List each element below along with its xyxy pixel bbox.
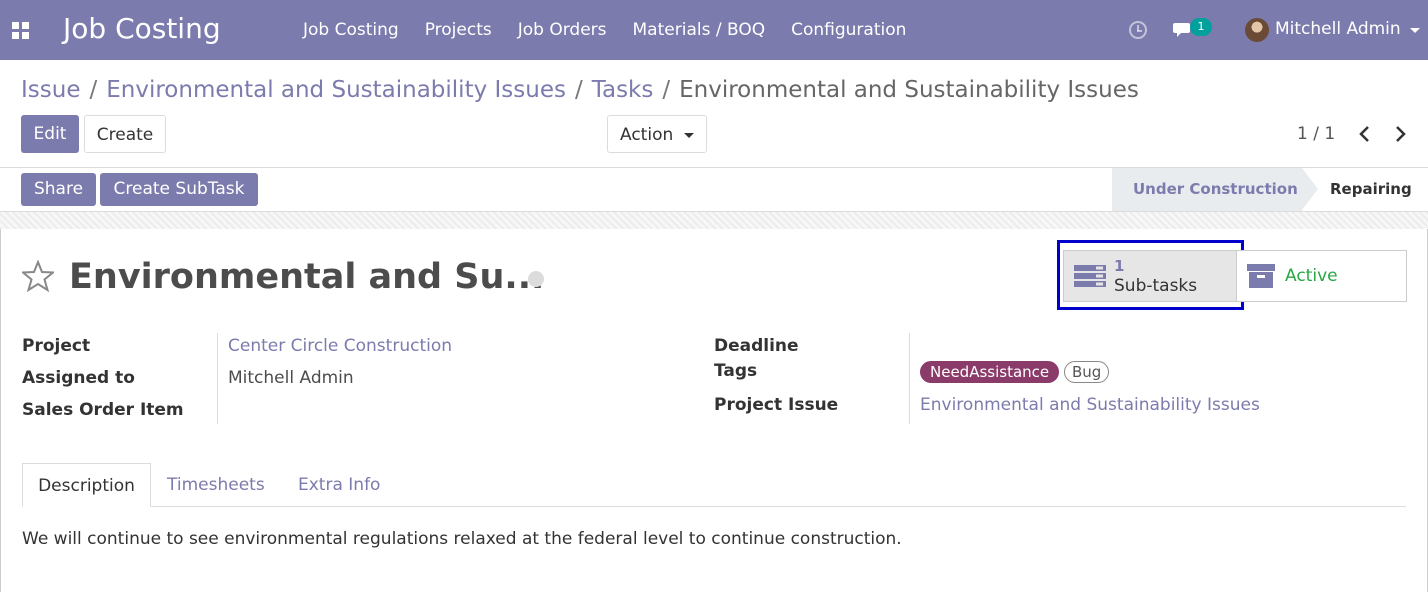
action-dropdown[interactable]: Action <box>607 115 707 153</box>
menu-item-job-costing[interactable]: Job Costing <box>290 0 412 60</box>
star-favorite-icon[interactable] <box>22 260 54 292</box>
subtasks-label: Sub-tasks <box>1114 276 1198 296</box>
user-avatar[interactable] <box>1245 18 1269 42</box>
tag-bug: Bug <box>1064 361 1110 383</box>
menu-item-projects[interactable]: Projects <box>412 0 505 60</box>
task-title: Environmental and Su... <box>69 257 545 297</box>
stage-repairing[interactable]: Repairing <box>1318 168 1428 211</box>
menu-item-job-orders[interactable]: Job Orders <box>505 0 620 60</box>
menu-item-materials-boq[interactable]: Materials / BOQ <box>620 0 779 60</box>
deadline-label: Deadline <box>714 336 799 356</box>
menu-item-configuration[interactable]: Configuration <box>778 0 919 60</box>
caret-down-icon <box>684 133 694 138</box>
tab-extra-info[interactable]: Extra Info <box>298 463 380 507</box>
breadcrumb-current: Environmental and Sustainability Issues <box>679 77 1139 103</box>
stage-under-construction[interactable]: Under Construction <box>1112 168 1318 211</box>
top-navbar: Job Costing Job Costing Projects Job Ord… <box>0 0 1428 60</box>
share-button[interactable]: Share <box>21 173 96 206</box>
subtasks-smart-button[interactable]: 1 Sub-tasks <box>1063 250 1237 302</box>
project-issue-value[interactable]: Environmental and Sustainability Issues <box>920 395 1260 415</box>
breadcrumb-separator: / <box>574 77 583 103</box>
create-button[interactable]: Create <box>84 115 166 153</box>
breadcrumb-issue[interactable]: Issue <box>21 77 80 103</box>
tasks-list-icon <box>1074 265 1106 287</box>
description-text: We will continue to see environmental re… <box>22 529 902 549</box>
create-subtask-button[interactable]: Create SubTask <box>100 173 258 206</box>
project-issue-label: Project Issue <box>714 395 839 415</box>
pager-value[interactable]: 1 / 1 <box>1297 124 1335 144</box>
sales-order-item-label: Sales Order Item <box>22 400 184 420</box>
user-menu-name[interactable]: Mitchell Admin <box>1275 19 1401 39</box>
breadcrumb-tasks[interactable]: Tasks <box>592 77 654 103</box>
assigned-to-label: Assigned to <box>22 368 135 388</box>
chat-count-badge: 1 <box>1190 18 1212 36</box>
app-brand: Job Costing <box>63 12 221 45</box>
breadcrumb-environmental-issues[interactable]: Environmental and Sustainability Issues <box>106 77 566 103</box>
field-separator <box>217 333 218 424</box>
tab-timesheets[interactable]: Timesheets <box>167 463 265 507</box>
kanban-state-dot[interactable] <box>528 271 544 287</box>
field-separator <box>909 333 910 424</box>
breadcrumb: Issue / Environmental and Sustainability I… <box>21 77 1139 103</box>
pager-next-icon[interactable] <box>1390 124 1410 144</box>
breadcrumb-separator: / <box>662 77 671 103</box>
tab-description[interactable]: Description <box>22 463 151 507</box>
tags-label: Tags <box>714 361 758 381</box>
user-menu-caret-icon[interactable] <box>1410 28 1420 33</box>
subtasks-count: 1 <box>1114 257 1125 275</box>
pager-previous-icon[interactable] <box>1355 124 1375 144</box>
form-background <box>0 211 1428 229</box>
activity-clock-icon[interactable] <box>1129 21 1147 39</box>
breadcrumb-separator: / <box>89 77 98 103</box>
apps-grid-icon[interactable] <box>12 22 29 39</box>
archive-icon <box>1247 264 1275 288</box>
action-dropdown-label: Action <box>620 125 674 145</box>
project-value[interactable]: Center Circle Construction <box>228 336 452 356</box>
assigned-to-value: Mitchell Admin <box>228 368 354 388</box>
project-label: Project <box>22 336 91 356</box>
active-label: Active <box>1285 266 1338 286</box>
active-toggle-button[interactable]: Active <box>1236 250 1407 302</box>
edit-button[interactable]: Edit <box>21 115 79 153</box>
main-menu: Job Costing Projects Job Orders Material… <box>290 0 919 60</box>
tag-needassistance: NeedAssistance <box>920 361 1060 383</box>
